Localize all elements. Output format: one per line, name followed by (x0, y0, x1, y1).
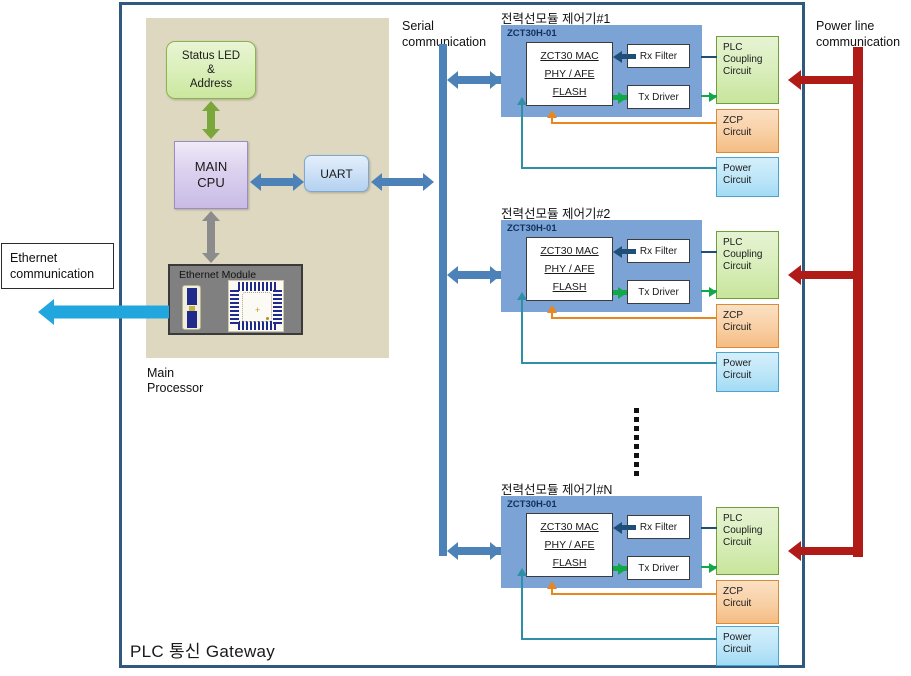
zcp-arrowhead-2 (547, 305, 557, 313)
power-wire-nh (521, 638, 717, 640)
zct30-mac-chip[interactable]: ZCT30 MAC PHY / AFE FLASH (526, 42, 613, 106)
controller-module-1: 전력선모듈 제어기#1 ZCT30H-01 ZCT30 MAC PHY / AF… (447, 12, 723, 195)
zct30h01-board[interactable]: ZCT30H-01 ZCT30 MAC PHY / AFE FLASH Rx F… (501, 496, 702, 588)
zct30h01-board[interactable]: ZCT30H-01 ZCT30 MAC PHY / AFE FLASH Rx F… (501, 25, 702, 117)
serialbus-module-arrow (447, 71, 501, 89)
rx-signal-arrowhead (613, 522, 622, 534)
powerline-communication-label: Power line communication (816, 19, 901, 49)
plc-rx-wire-n (701, 527, 717, 529)
zcp-wire-2v (551, 312, 553, 319)
chip-line-phy: PHY / AFE (544, 68, 595, 80)
power-wire-1v (521, 104, 523, 169)
power-arrowhead-n (517, 568, 527, 576)
controller-module-2: 전력선모듈 제어기#2 ZCT30H-01 ZCT30 MAC PHY / AF… (447, 207, 723, 390)
chip-line-flash: FLASH (552, 281, 587, 293)
status-led-address-block[interactable]: Status LED & Address (166, 41, 256, 99)
ethernet-communication-arrow (38, 299, 169, 325)
power-arrowhead-1 (517, 97, 527, 105)
plc-rx-wire-1 (701, 56, 717, 58)
serialbus-module-arrow (447, 266, 501, 284)
chip-line-mac: ZCT30 MAC (540, 245, 599, 257)
main-processor-caption: Main Processor (147, 366, 204, 395)
plc-coupling-circuit-2[interactable]: PLC Coupling Circuit (716, 231, 779, 299)
ethernet-module-block[interactable]: Ethernet Module + (168, 264, 303, 335)
plc-coupling-circuit-n[interactable]: PLC Coupling Circuit (716, 507, 779, 575)
zct30-mac-chip[interactable]: ZCT30 MAC PHY / AFE FLASH (526, 237, 613, 301)
zcp-wire-1h (551, 122, 716, 124)
plc-tx-arrowhead-2 (709, 287, 717, 297)
zcp-wire-nh (551, 593, 716, 595)
qfp-chip-icon: + (228, 280, 284, 332)
rx-signal-line (622, 525, 636, 530)
uart-serialbus-arrow (371, 173, 434, 191)
zct30h01-board[interactable]: ZCT30H-01 ZCT30 MAC PHY / AFE FLASH Rx F… (501, 220, 702, 312)
tx-signal-arrowhead (618, 287, 627, 299)
zcp-wire-nv (551, 588, 553, 595)
page-title: PLC 통신 Gateway (130, 642, 276, 661)
tx-driver-block[interactable]: Tx Driver (627, 556, 690, 580)
controller-module-n: 전력선모듈 제어기#N ZCT30H-01 ZCT30 MAC PHY / AF… (447, 483, 723, 666)
power-circuit-1[interactable]: Power Circuit (716, 157, 779, 197)
power-wire-nv (521, 575, 523, 640)
cpu-uart-arrow (250, 173, 304, 191)
chip-line-phy: PHY / AFE (544, 263, 595, 275)
chip-line-flash: FLASH (552, 557, 587, 569)
main-cpu-block[interactable]: MAIN CPU (174, 141, 248, 209)
board-label: ZCT30H-01 (507, 223, 557, 234)
tx-signal-arrowhead (618, 92, 627, 104)
ethernet-communication-label: Ethernet communication (1, 243, 114, 289)
plc-tx-arrowhead-n (709, 563, 717, 573)
plc-tx-arrowhead-1 (709, 92, 717, 102)
power-circuit-2[interactable]: Power Circuit (716, 352, 779, 392)
rx-signal-arrowhead (613, 246, 622, 258)
rx-filter-block[interactable]: Rx Filter (627, 239, 690, 263)
powerline-module-arrow-1 (788, 70, 855, 90)
chip-line-mac: ZCT30 MAC (540, 521, 599, 533)
rx-signal-arrowhead (613, 51, 622, 63)
uart-block[interactable]: UART (304, 155, 369, 192)
board-label: ZCT30H-01 (507, 499, 557, 510)
rx-filter-block[interactable]: Rx Filter (627, 515, 690, 539)
power-arrowhead-2 (517, 292, 527, 300)
continuation-ellipsis (634, 408, 639, 476)
power-circuit-n[interactable]: Power Circuit (716, 626, 779, 666)
power-wire-2v (521, 299, 523, 364)
plc-coupling-circuit-1[interactable]: PLC Coupling Circuit (716, 36, 779, 104)
plc-rx-wire-2 (701, 251, 717, 253)
power-wire-1h (521, 167, 717, 169)
tx-signal-arrowhead (618, 563, 627, 575)
board-label: ZCT30H-01 (507, 28, 557, 39)
zcp-wire-1v (551, 117, 553, 124)
chip-line-flash: FLASH (552, 86, 587, 98)
powerline-bus (853, 47, 863, 557)
powerline-module-arrow-n (788, 541, 855, 561)
chip-line-mac: ZCT30 MAC (540, 50, 599, 62)
zcp-arrowhead-n (547, 581, 557, 589)
serial-bus (439, 44, 447, 556)
zcp-arrowhead-1 (547, 110, 557, 118)
powerline-module-arrow-2 (788, 265, 855, 285)
diagram-canvas: PLC 통신 Gateway Main Processor Status LED… (0, 0, 911, 676)
tx-driver-block[interactable]: Tx Driver (627, 280, 690, 304)
chip-line-phy: PHY / AFE (544, 539, 595, 551)
zcp-circuit-1[interactable]: ZCP Circuit (716, 109, 779, 153)
zcp-circuit-n[interactable]: ZCP Circuit (716, 580, 779, 624)
zct30-mac-chip[interactable]: ZCT30 MAC PHY / AFE FLASH (526, 513, 613, 577)
serialbus-module-arrow (447, 542, 501, 560)
zcp-wire-2h (551, 317, 716, 319)
zcp-circuit-2[interactable]: ZCP Circuit (716, 304, 779, 348)
power-wire-2h (521, 362, 717, 364)
tx-driver-block[interactable]: Tx Driver (627, 85, 690, 109)
rx-filter-block[interactable]: Rx Filter (627, 44, 690, 68)
rx-signal-line (622, 54, 636, 59)
rx-signal-line (622, 249, 636, 254)
rj45-connector-icon (182, 285, 201, 330)
